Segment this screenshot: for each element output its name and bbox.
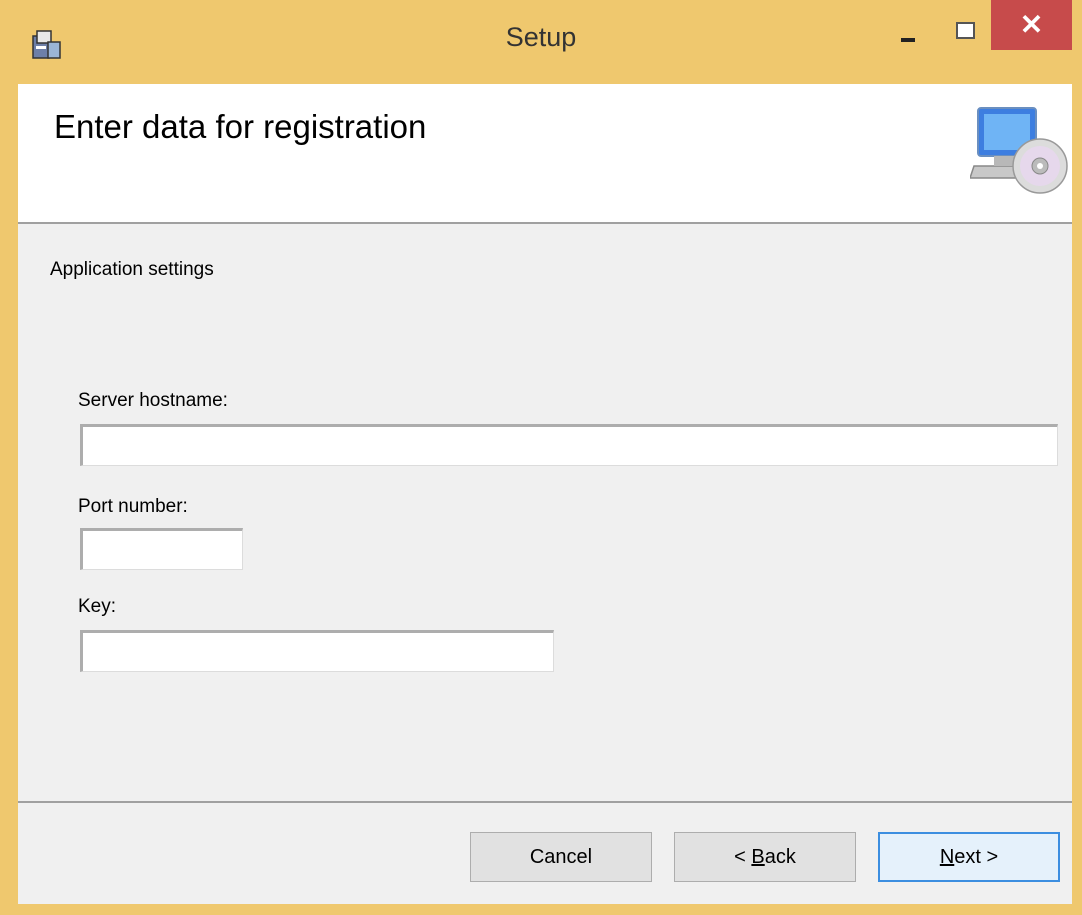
back-label: ack [764, 845, 796, 868]
setup-window: Setup ✕ Enter data for registration Appl… [0, 0, 1082, 915]
dialog-client-area: Enter data for registration Application … [18, 84, 1072, 904]
key-input[interactable] [80, 630, 554, 672]
header-banner: Enter data for registration [18, 84, 1072, 224]
next-accelerator: N [939, 845, 955, 868]
next-button[interactable]: Next > [878, 832, 1060, 882]
close-button[interactable]: ✕ [991, 0, 1072, 50]
computer-cd-icon [970, 107, 1068, 194]
port-number-label: Port number: [78, 496, 188, 517]
cancel-button[interactable]: Cancel [470, 832, 652, 882]
title-bar[interactable]: Setup ✕ [0, 0, 1082, 84]
server-hostname-input[interactable] [80, 424, 1058, 466]
server-hostname-label: Server hostname: [78, 390, 228, 411]
back-prefix: < [734, 845, 752, 868]
close-icon: ✕ [1019, 9, 1044, 40]
maximize-icon [956, 22, 975, 39]
minimize-button[interactable] [887, 8, 933, 54]
next-label: ext > [954, 845, 999, 868]
back-button[interactable]: < Back [674, 832, 856, 882]
port-number-input[interactable] [80, 528, 243, 570]
cancel-button-label: Cancel [529, 845, 593, 868]
section-label: Application settings [50, 259, 214, 280]
footer-divider [18, 801, 1072, 803]
maximize-button[interactable] [942, 8, 988, 54]
minimize-icon [901, 38, 915, 42]
key-label: Key: [78, 596, 117, 617]
page-title: Enter data for registration [54, 108, 427, 145]
back-accelerator: B [751, 845, 765, 868]
